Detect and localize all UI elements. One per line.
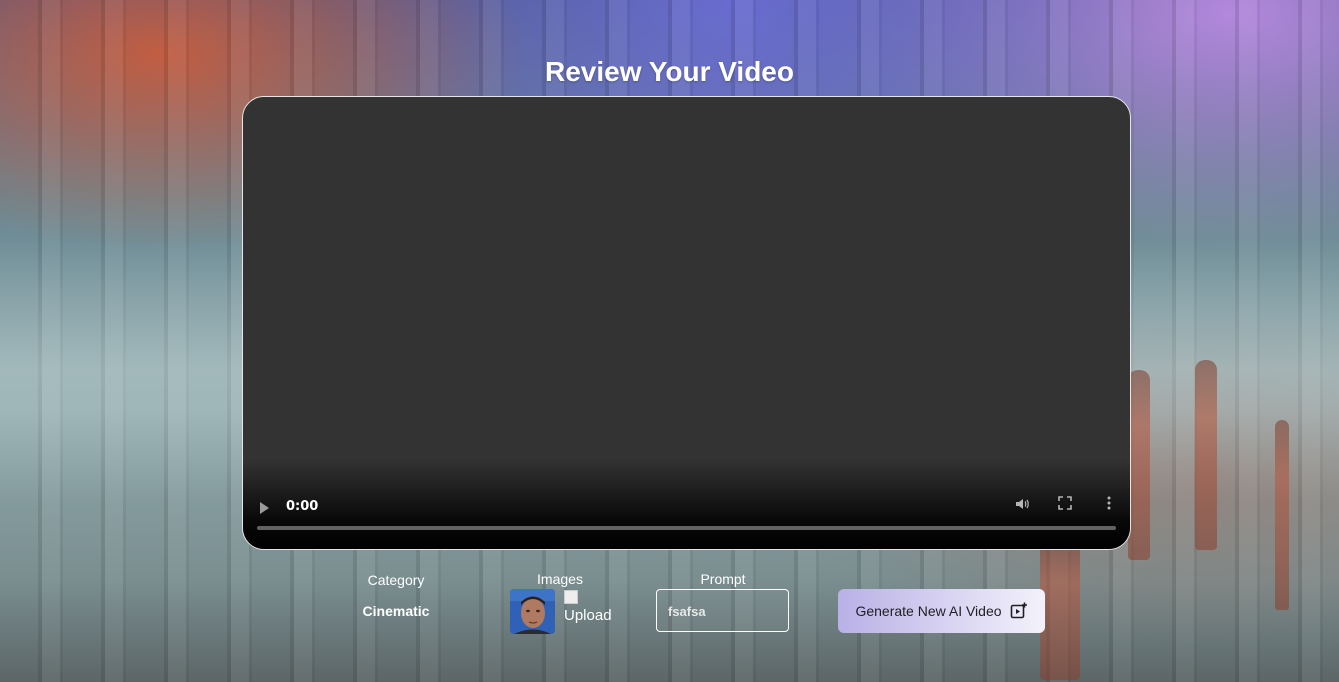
background-figure [1195, 360, 1217, 550]
fullscreen-icon[interactable] [1056, 496, 1074, 514]
uploaded-image-thumbnail [510, 589, 555, 634]
images-label: Images [537, 571, 583, 587]
video-controls: 0:00 [243, 479, 1130, 549]
background-figure [1128, 370, 1150, 560]
generate-button-label: Generate New AI Video [855, 603, 1002, 619]
video-player[interactable]: 0:00 [242, 96, 1131, 550]
face-photo-icon [510, 589, 555, 634]
category-value: Cinematic [362, 603, 430, 619]
background-figure [1040, 540, 1080, 680]
prompt-label: Prompt [700, 571, 746, 587]
broken-upload-image: Upload [564, 590, 614, 634]
broken-image-icon [564, 590, 578, 604]
video-sparkle-icon [1010, 602, 1028, 620]
broken-image-alt-text: Upload [564, 607, 612, 624]
play-icon[interactable] [260, 502, 269, 514]
page-title: Review Your Video [545, 56, 794, 87]
video-time: 0:00 [286, 499, 319, 514]
prompt-field[interactable]: fsafsa [656, 589, 789, 632]
volume-icon[interactable] [1013, 496, 1031, 514]
more-options-icon[interactable] [1100, 496, 1118, 514]
video-progress-bar[interactable] [257, 526, 1116, 530]
background-figure [1275, 420, 1289, 610]
generate-new-video-button[interactable]: Generate New AI Video [838, 589, 1045, 633]
category-label: Category [367, 572, 425, 588]
